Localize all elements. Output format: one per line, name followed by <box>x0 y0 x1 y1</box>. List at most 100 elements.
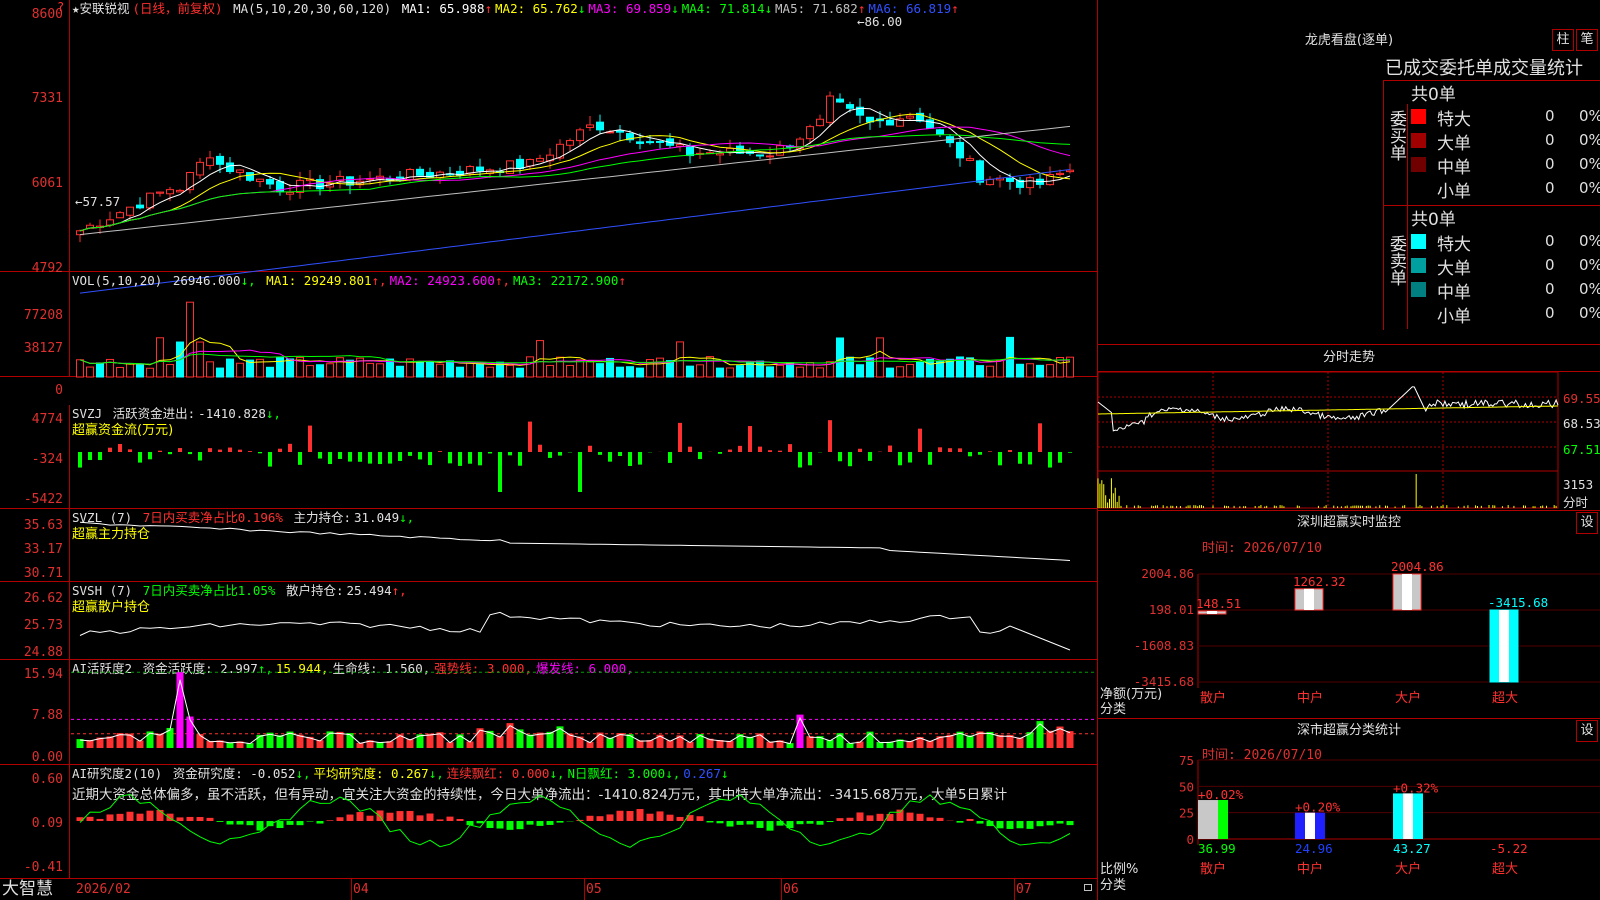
svzj-bar <box>248 451 252 452</box>
svzj-chart[interactable] <box>71 405 1097 509</box>
candle-body <box>1056 172 1064 176</box>
sell-row-1: 大单 0 0% <box>1411 254 1600 279</box>
sell-pct-3: 0% <box>1579 304 1600 322</box>
svzj-bar <box>778 450 782 452</box>
ai1-bar <box>456 734 464 748</box>
sz-monitor-chart[interactable]: 2004.86 198.01 -1608.83 -3415.68 148.51 散户 126… <box>1098 559 1600 720</box>
ai1-bar <box>176 672 184 748</box>
sz-class-chart[interactable]: 75 50 25 0 +0.02% 36.99 散户 +0.20% 24.96 中户 +0.32% 4… <box>1098 753 1600 900</box>
class-bar-shine-0 <box>1218 800 1228 839</box>
svzj-panel[interactable]: 4774 -324 -5422 SVZJ 活跃资金进出: -1410.828↓, … <box>0 405 1097 509</box>
svzj-bar <box>328 452 332 465</box>
monitor-cat-1: 中户 <box>1297 690 1323 706</box>
tick-view-button[interactable]: 笔 <box>1576 29 1598 51</box>
buy-count-1: 0 <box>1545 131 1555 149</box>
sell-row-0: 特大 0 0% <box>1411 230 1600 255</box>
buy-row-3: 小单 0 0% <box>1411 177 1600 202</box>
ai1-bar <box>336 731 344 748</box>
sz-class-unit2: 分类 <box>1100 878 1127 893</box>
svsh-chart[interactable] <box>71 582 1097 660</box>
question-icon[interactable]: ? <box>57 0 64 14</box>
ai2-bar <box>396 811 404 821</box>
svzj-bar <box>128 449 132 452</box>
vol-bar <box>526 356 534 378</box>
ai1-bar <box>1016 737 1024 748</box>
svzj-bar <box>498 452 502 492</box>
sz-class-settings-button[interactable]: 设 <box>1576 720 1598 742</box>
ai1-bar <box>1046 730 1054 748</box>
buy-pct-0: 0% <box>1579 107 1600 125</box>
ai2-bar <box>716 821 724 824</box>
kline-panel[interactable]: 8600 7331 6061 4792 ? ★安联锐视 (日线，前复权) MA(5… <box>0 0 1097 294</box>
ai2-bar <box>696 816 704 821</box>
ai2-bar <box>426 813 434 821</box>
vol-bar <box>786 362 794 378</box>
vol-bar <box>836 337 844 378</box>
ai1-panel[interactable]: 15.94 7.88 0.00 AI活跃度2 资金活跃度: 2.997↑, 15.… <box>0 660 1097 765</box>
ai2-bar <box>626 810 634 821</box>
class-y-label-0: 75 <box>1179 753 1194 768</box>
class-value-3: -5.22 <box>1490 841 1528 856</box>
vol-bar <box>626 366 634 378</box>
svzj-bar <box>628 452 632 467</box>
ai2-bar <box>506 821 514 830</box>
ai2-bar <box>276 821 284 829</box>
lock-icon[interactable] <box>1084 884 1092 891</box>
svzj-bar <box>888 445 892 452</box>
vol-panel[interactable]: 77208 38127 0 VOL(5,10,20) 26946.000↓, M… <box>0 272 1097 398</box>
ai2-bar <box>746 821 754 825</box>
candle-body <box>576 129 584 142</box>
ai2-bar <box>676 816 684 821</box>
lhb-tab[interactable]: 已成交委托单成交量统计 <box>1385 54 1583 80</box>
ai2-bar <box>256 821 264 831</box>
ai2-panel[interactable]: 0.60 0.09 -0.41 AI研究度2(10) 资金研究度: -0.052… <box>0 765 1097 878</box>
ai2-bar <box>146 810 154 821</box>
ai2-bar <box>846 817 854 821</box>
ai1-bar <box>126 733 134 748</box>
svzl-y-label-0: 35.63 <box>23 518 63 533</box>
ai2-bar <box>96 818 104 821</box>
ai1-chart[interactable] <box>71 660 1097 765</box>
svzj-bar <box>978 452 982 455</box>
svzj-bar <box>788 444 792 452</box>
column-view-button[interactable]: 柱 <box>1552 29 1574 51</box>
class-value-2: 43.27 <box>1393 841 1431 856</box>
svzj-bar <box>188 452 192 455</box>
ai2-y-label-0: 0.60 <box>31 772 63 787</box>
svzj-bar <box>458 452 462 466</box>
svzj-y-axis: 4774 -324 -5422 <box>0 405 70 508</box>
candle-body <box>266 179 274 185</box>
monitor-bar-shine-0 <box>1207 610 1217 614</box>
intraday-vol-label: 3153 <box>1563 477 1594 492</box>
buy-swatch-0 <box>1411 109 1426 124</box>
intraday-chart[interactable] <box>1097 371 1559 509</box>
svzl-panel[interactable]: 35.63 33.17 30.71 SVZL (7) 7日内买卖净占比0.196… <box>0 509 1097 582</box>
ai2-chart[interactable] <box>71 765 1097 878</box>
svsh-panel[interactable]: 26.62 25.73 24.88 SVSH (7) 7日内买卖净占比1.05%… <box>0 582 1097 660</box>
vol-chart[interactable] <box>71 272 1097 378</box>
svzj-bar <box>198 452 202 461</box>
x-label-3: 06 <box>783 882 799 897</box>
sz-monitor-settings-button[interactable]: 设 <box>1576 512 1598 534</box>
svzj-bar <box>408 452 412 456</box>
svzl-chart[interactable] <box>71 509 1097 582</box>
svzj-bar <box>578 452 582 492</box>
vol-bar <box>726 367 734 378</box>
candle-body <box>586 124 594 128</box>
class-y-label-2: 25 <box>1179 806 1194 821</box>
svzj-bar <box>258 452 262 454</box>
vol-bar <box>316 364 324 378</box>
monitor-bar-2 <box>1392 573 1422 611</box>
ai1-y-label-0: 15.94 <box>23 667 63 682</box>
sell-count-1: 0 <box>1545 256 1555 274</box>
ai2-bar <box>476 821 484 824</box>
vol-bar <box>1046 364 1054 378</box>
svzj-bar <box>988 451 992 452</box>
svsh-y-axis: 26.62 25.73 24.88 <box>0 582 70 660</box>
vol-bar <box>486 366 494 378</box>
vol-bar <box>226 358 234 378</box>
svzj-bar <box>528 421 532 452</box>
buy-name-1: 大单 <box>1437 134 1471 154</box>
lhb-title: 龙虎看盘(逐单) <box>1304 33 1394 48</box>
kline-chart[interactable]: ←86.00 ←57.57 <box>71 0 1097 294</box>
